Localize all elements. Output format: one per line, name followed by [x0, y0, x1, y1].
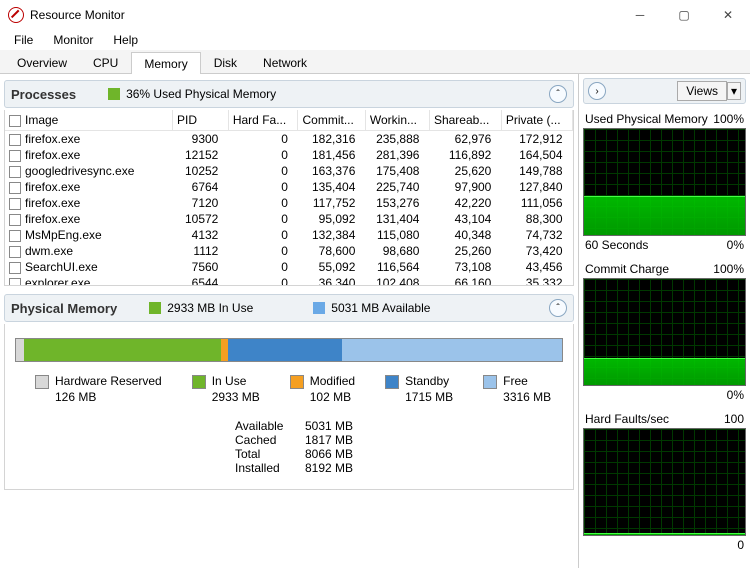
collapse-icon[interactable]: ˆ [549, 85, 567, 103]
table-row[interactable]: googledrivesync.exe102520163,376175,4082… [5, 163, 573, 179]
memory-bar-segment [228, 339, 343, 361]
table-row[interactable]: firefox.exe121520181,456281,396116,89216… [5, 147, 573, 163]
table-row[interactable]: firefox.exe10572095,092131,40443,10488,3… [5, 211, 573, 227]
tab-cpu[interactable]: CPU [80, 51, 131, 73]
graph-canvas [583, 428, 746, 536]
graph-block: Hard Faults/sec 100 0 [583, 412, 746, 552]
row-checkbox[interactable] [9, 246, 21, 258]
table-row[interactable]: SearchUI.exe7560055,092116,56473,10843,4… [5, 259, 573, 275]
row-checkbox[interactable] [9, 214, 21, 226]
processes-title: Processes [11, 87, 76, 102]
menu-monitor[interactable]: Monitor [45, 31, 101, 49]
nav-right-icon[interactable]: › [588, 82, 606, 100]
views-dropdown-icon[interactable]: ▾ [727, 82, 741, 100]
column-header[interactable]: Workin... [365, 110, 429, 131]
processes-table-container[interactable]: ImagePIDHard Fa...Commit...Workin...Shar… [4, 110, 574, 286]
window-titlebar: Resource Monitor ─ ▢ ✕ [0, 0, 750, 30]
table-row[interactable]: firefox.exe93000182,316235,88862,976172,… [5, 131, 573, 148]
right-panel: › Views ▾ Used Physical Memory 100% 60 Sec… [578, 74, 750, 568]
row-checkbox[interactable] [9, 262, 21, 274]
menubar: File Monitor Help [0, 30, 750, 50]
row-checkbox[interactable] [9, 150, 21, 162]
memory-legend: Hardware Reserved126 MB In Use2933 MB Modi… [15, 374, 563, 405]
row-checkbox[interactable] [9, 182, 21, 194]
processes-panel-header[interactable]: Processes 36% Used Physical Memory ˆ [4, 80, 574, 108]
graph-canvas [583, 128, 746, 236]
column-header[interactable]: Shareab... [429, 110, 501, 131]
row-checkbox[interactable] [9, 278, 21, 286]
row-checkbox[interactable] [9, 198, 21, 210]
stats-row: Available5031 MB [235, 419, 563, 433]
row-checkbox[interactable] [9, 134, 21, 146]
menu-file[interactable]: File [6, 31, 41, 49]
graph-foot-right: 0% [727, 388, 744, 402]
legend-item: In Use2933 MB [192, 374, 260, 405]
legend-item: Hardware Reserved126 MB [35, 374, 162, 405]
column-header[interactable]: Commit... [298, 110, 365, 131]
memory-bar-segment [16, 339, 24, 361]
row-checkbox[interactable] [9, 230, 21, 242]
memory-bar-segment [221, 339, 228, 361]
legend-item: Free3316 MB [483, 374, 551, 405]
tab-row: Overview CPU Memory Disk Network [0, 50, 750, 74]
column-header[interactable]: Private (... [501, 110, 572, 131]
row-checkbox[interactable] [9, 166, 21, 178]
window-title: Resource Monitor [30, 8, 618, 22]
graph-title: Hard Faults/sec [585, 412, 669, 426]
table-row[interactable]: firefox.exe71200117,752153,27642,220111,… [5, 195, 573, 211]
graph-foot-left: 60 Seconds [585, 238, 648, 252]
column-header[interactable]: Image [5, 110, 173, 131]
table-row[interactable]: dwm.exe1112078,60098,68025,26073,420 [5, 243, 573, 259]
column-header[interactable]: Hard Fa... [228, 110, 298, 131]
processes-table: ImagePIDHard Fa...Commit...Workin...Shar… [5, 110, 573, 286]
collapse-icon[interactable]: ˆ [549, 299, 567, 317]
graph-title: Used Physical Memory [585, 112, 708, 126]
graph-max: 100% [713, 262, 744, 276]
graph-canvas [583, 278, 746, 386]
graph-foot-right: 0 [737, 538, 744, 552]
stats-row: Total8066 MB [235, 447, 563, 461]
available-label: 5031 MB Available [331, 301, 430, 315]
column-header[interactable]: PID [173, 110, 229, 131]
memory-bar-segment [24, 339, 221, 361]
physical-memory-body: Hardware Reserved126 MB In Use2933 MB Modi… [4, 324, 574, 490]
physical-memory-title: Physical Memory [11, 301, 117, 316]
tab-memory[interactable]: Memory [131, 52, 200, 74]
table-row[interactable]: firefox.exe67640135,404225,74097,900127,… [5, 179, 573, 195]
table-row[interactable]: MsMpEng.exe41320132,384115,08040,34874,7… [5, 227, 573, 243]
app-icon [8, 7, 24, 23]
inuse-label: 2933 MB In Use [167, 301, 253, 315]
graph-title: Commit Charge [585, 262, 669, 276]
legend-item: Standby1715 MB [385, 374, 453, 405]
right-panel-header: › Views ▾ [583, 78, 746, 104]
processes-meta-label: 36% Used Physical Memory [126, 87, 276, 101]
memory-bar [15, 338, 563, 362]
views-button[interactable]: Views [677, 81, 727, 101]
graph-foot-right: 0% [727, 238, 744, 252]
close-button[interactable]: ✕ [706, 0, 750, 30]
physical-memory-panel-header[interactable]: Physical Memory 2933 MB In Use 5031 MB A… [4, 294, 574, 322]
tab-network[interactable]: Network [250, 51, 320, 73]
minimize-button[interactable]: ─ [618, 0, 662, 30]
tab-overview[interactable]: Overview [4, 51, 80, 73]
available-swatch [313, 302, 325, 314]
stats-row: Cached1817 MB [235, 433, 563, 447]
menu-help[interactable]: Help [105, 31, 146, 49]
maximize-button[interactable]: ▢ [662, 0, 706, 30]
table-row[interactable]: explorer.exe6544036,340102,40866,16035,3… [5, 275, 573, 286]
legend-item: Modified102 MB [290, 374, 355, 405]
graph-max: 100% [713, 112, 744, 126]
tab-disk[interactable]: Disk [201, 51, 250, 73]
stats-row: Installed8192 MB [235, 461, 563, 475]
graph-block: Used Physical Memory 100% 60 Seconds 0% [583, 112, 746, 252]
inuse-swatch [149, 302, 161, 314]
graph-block: Commit Charge 100% 0% [583, 262, 746, 402]
memory-stats: Available5031 MBCached1817 MBTotal8066 M… [235, 419, 563, 475]
graph-max: 100 [724, 412, 744, 426]
memory-bar-segment [342, 339, 561, 361]
processes-meta-swatch [108, 88, 120, 100]
